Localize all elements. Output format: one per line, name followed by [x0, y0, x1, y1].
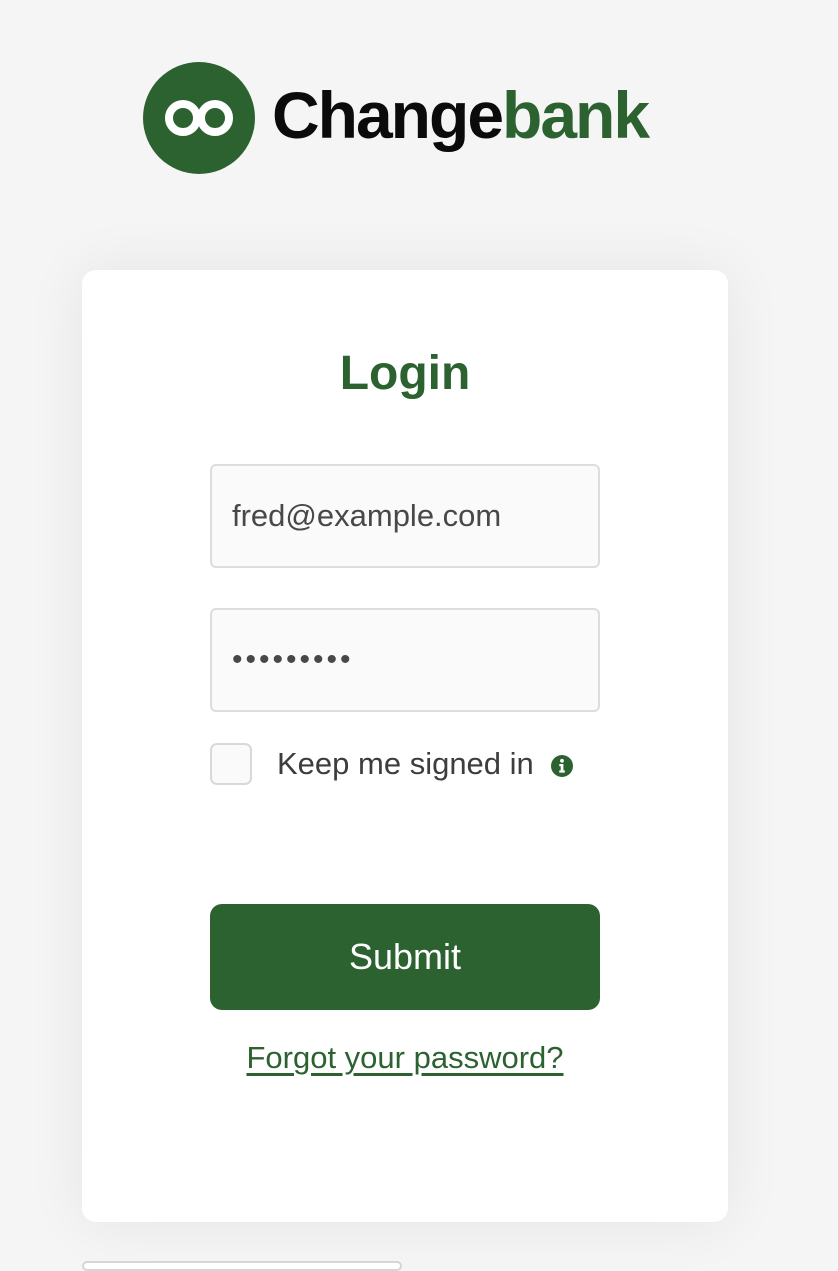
submit-button[interactable]: Submit [210, 904, 600, 1010]
secondary-element-edge [82, 1261, 402, 1271]
brand-wordmark: Changebank [272, 82, 650, 148]
infinity-circle-icon [143, 62, 255, 174]
keep-signed-in-row: Keep me signed in [210, 742, 574, 786]
info-circle-icon[interactable] [550, 754, 574, 778]
brand-logo[interactable]: Changebank [143, 62, 650, 174]
brand-name-part2: bank [502, 78, 650, 152]
brand-name-part1: Change [272, 78, 504, 152]
login-card: Login Keep me signed in Submit Forgot yo… [82, 270, 728, 1222]
keep-signed-in-checkbox[interactable] [210, 743, 252, 785]
keep-signed-in-label[interactable]: Keep me signed in [277, 746, 534, 782]
password-field[interactable] [210, 608, 600, 712]
forgot-password-link[interactable]: Forgot your password? [82, 1040, 728, 1076]
login-title: Login [339, 347, 471, 400]
email-field[interactable] [210, 464, 600, 568]
